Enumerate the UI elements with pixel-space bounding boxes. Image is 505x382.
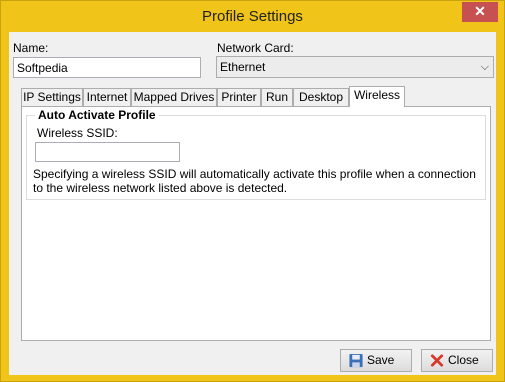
network-card-select[interactable]: Ethernet ⌵ [216, 56, 494, 78]
tab-printer[interactable]: Printer [217, 88, 261, 106]
tab-mapped-drives[interactable]: Mapped Drives [131, 88, 217, 106]
save-button[interactable]: Save [340, 349, 412, 372]
dialog-body: Name: Softpedia Network Card: Ethernet ⌵… [9, 32, 496, 375]
tab-desktop[interactable]: Desktop [293, 88, 349, 106]
title-bar[interactable]: Profile Settings ✕ [1, 1, 504, 32]
chevron-down-icon: ⌵ [480, 61, 489, 73]
wireless-tab-panel: Auto Activate Profile Wireless SSID: Spe… [21, 106, 491, 341]
wireless-ssid-label: Wireless SSID: [37, 126, 118, 140]
auto-activate-group: Auto Activate Profile Wireless SSID: Spe… [26, 108, 486, 200]
network-card-label: Network Card: [217, 41, 294, 55]
window-title: Profile Settings [202, 8, 303, 25]
window-close-button[interactable]: ✕ [462, 2, 498, 22]
floppy-disk-icon [349, 353, 363, 368]
tab-internet[interactable]: Internet [83, 88, 131, 106]
auto-activate-group-title: Auto Activate Profile [35, 108, 159, 122]
save-button-label: Save [367, 353, 395, 367]
name-label: Name: [13, 41, 49, 55]
wireless-ssid-description: Specifying a wireless SSID will automati… [33, 167, 476, 195]
tab-run[interactable]: Run [261, 88, 293, 106]
close-button[interactable]: Close [421, 349, 493, 372]
tab-ip-settings[interactable]: IP Settings [21, 88, 83, 106]
network-card-value: Ethernet [220, 60, 266, 74]
profile-settings-window: Profile Settings ✕ Name: Softpedia Netwo… [0, 0, 505, 382]
close-button-label: Close [448, 353, 479, 367]
name-input[interactable]: Softpedia [13, 57, 201, 78]
wireless-ssid-input[interactable] [35, 142, 180, 162]
red-x-icon [430, 354, 444, 367]
tab-wireless[interactable]: Wireless [349, 86, 405, 107]
